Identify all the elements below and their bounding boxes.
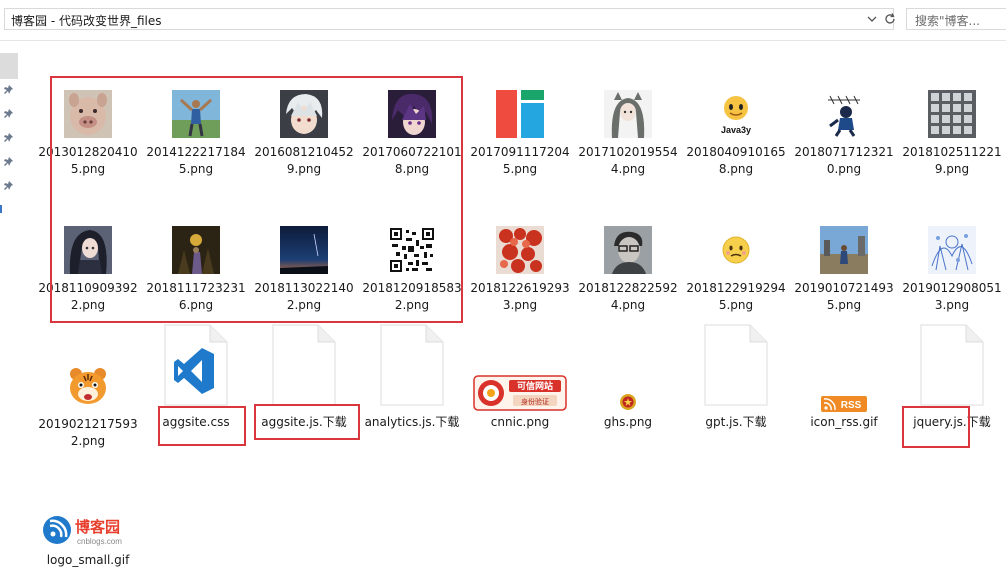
search-placeholder: 搜索"博客... — [915, 14, 980, 28]
file-item[interactable]: 2017091117204 5.png — [470, 90, 570, 185]
file-item[interactable]: 博客园 cnblogs.com logo_small.gif — [38, 508, 138, 570]
highlight-box-aggsite-css — [158, 406, 246, 446]
file-item[interactable]: 2018122822592 4.png — [578, 226, 678, 321]
police-badge-icon — [618, 392, 638, 412]
refresh-icon[interactable] — [883, 12, 897, 26]
address-bar[interactable]: 博客园 - 代码改变世界_files — [4, 8, 897, 30]
nav-marker — [0, 205, 2, 213]
file-item[interactable]: analytics.js.下载 — [362, 322, 462, 437]
pin-icon[interactable] — [4, 157, 14, 169]
file-name: analytics.js.下载 — [364, 415, 460, 429]
file-item[interactable]: 2018102511221 9.png — [902, 90, 1002, 185]
file-item[interactable]: 2018122619293 3.png — [470, 226, 570, 321]
cnnic-subtitle: 身份验证 — [521, 397, 549, 406]
tiger-cartoon-icon — [64, 362, 112, 410]
file-name: cnnic.png — [490, 415, 550, 429]
chevron-down-icon[interactable] — [865, 12, 879, 26]
file-name: 2018071712321 0.png — [794, 145, 894, 176]
pin-icon[interactable] — [4, 85, 14, 97]
file-name: 2017091117204 5.png — [470, 145, 570, 176]
highlight-box-image-grid — [50, 76, 463, 323]
file-name: 2018122919294 5.png — [686, 281, 786, 312]
file-name: 2019010721493 5.png — [794, 281, 894, 312]
file-name: 2017102019554 4.png — [578, 145, 678, 176]
file-name: gpt.js.下载 — [705, 415, 767, 429]
anime-girl-icon — [604, 90, 652, 138]
file-item[interactable]: ghs.png — [578, 322, 678, 437]
address-toolbar: 博客园 - 代码改变世界_files 搜索"博客... — [0, 0, 1006, 41]
address-path: 博客园 - 代码改变世界_files — [11, 14, 162, 28]
blank-file-icon — [380, 324, 444, 406]
file-item[interactable]: 2018071712321 0.png — [794, 90, 894, 185]
cartoon-icon — [820, 90, 868, 138]
file-name: icon_rss.gif — [810, 415, 878, 429]
cnblogs-brand: 博客园 — [75, 518, 120, 536]
pin-icon[interactable] — [4, 181, 14, 193]
java3y-text: Java3y — [721, 125, 751, 135]
blue-sketch-icon — [928, 226, 976, 274]
file-name: 2018122822592 4.png — [578, 281, 678, 312]
rss-text: RSS — [841, 400, 862, 411]
cnblogs-domain: cnblogs.com — [77, 537, 122, 546]
file-name: 2018102511221 9.png — [902, 145, 1002, 176]
search-input[interactable]: 搜索"博客... — [906, 8, 1006, 30]
outdoor-photo-icon — [820, 226, 868, 274]
file-item[interactable]: 可信网站身份验证 cnnic.png — [470, 322, 570, 437]
file-name: 2018122619293 3.png — [470, 281, 570, 312]
highlight-box-jquery-js — [902, 406, 970, 448]
file-item[interactable]: 2018122919294 5.png — [686, 226, 786, 321]
file-item[interactable]: 2019021217593 2.png — [38, 362, 138, 457]
nav-selected-item[interactable] — [0, 53, 18, 79]
file-name: logo_small.gif — [46, 553, 130, 567]
pin-icon[interactable] — [4, 133, 14, 145]
file-item[interactable]: Java3y 2018040910165 8.png — [686, 90, 786, 185]
vscode-file-icon — [164, 324, 228, 406]
java3y-emoji-icon: Java3y — [712, 90, 760, 138]
navigation-pane[interactable] — [0, 41, 18, 585]
file-item[interactable]: 2019012908051 3.png — [902, 226, 1002, 321]
file-item[interactable]: gpt.js.下载 — [686, 322, 786, 437]
grid-photo-icon — [928, 90, 976, 138]
file-name: 2019012908051 3.png — [902, 281, 1002, 312]
file-item[interactable]: 2019010721493 5.png — [794, 226, 894, 321]
cnblogs-logo-icon: 博客园 cnblogs.com — [41, 512, 135, 548]
pin-icon[interactable] — [4, 109, 14, 121]
file-name: ghs.png — [603, 415, 653, 429]
red-leaves-icon — [496, 226, 544, 274]
blank-file-icon — [704, 324, 768, 406]
portrait-sketch-icon — [604, 226, 652, 274]
file-name: 2018040910165 8.png — [686, 145, 786, 176]
blank-file-icon — [272, 324, 336, 406]
emoji-face-icon — [712, 226, 760, 274]
file-item[interactable]: RSS icon_rss.gif — [794, 322, 894, 437]
rss-icon: RSS — [821, 395, 867, 413]
blank-file-icon — [920, 324, 984, 406]
file-name: 2019021217593 2.png — [38, 417, 138, 448]
color-blocks-icon — [496, 90, 544, 138]
cnnic-title: 可信网站 — [517, 380, 553, 392]
cnnic-badge-icon: 可信网站 身份验证 — [473, 374, 567, 414]
highlight-box-aggsite-js — [254, 404, 360, 440]
file-item[interactable]: 2017102019554 4.png — [578, 90, 678, 185]
